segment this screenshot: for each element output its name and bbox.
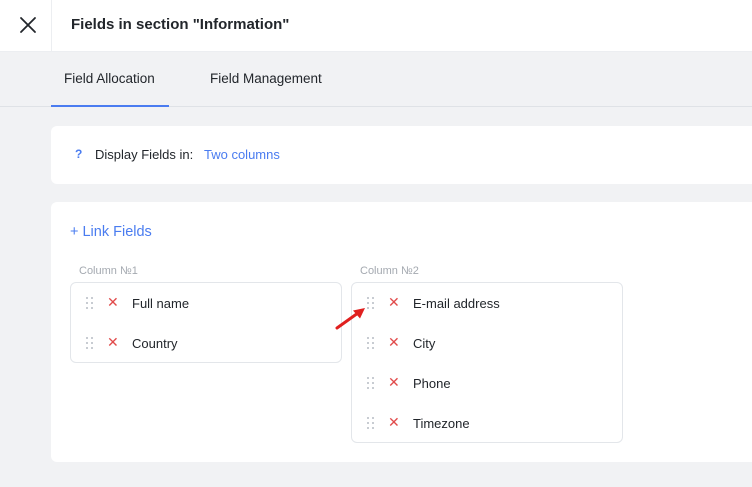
field-name: Full name [132, 296, 190, 311]
remove-field-icon[interactable]: ✕ [388, 295, 400, 309]
field-name: Timezone [413, 416, 470, 431]
field-row[interactable]: ✕ City [352, 323, 622, 363]
display-mode-link[interactable]: Two columns [204, 147, 280, 162]
field-row[interactable]: ✕ E-mail address [352, 283, 622, 323]
tab-label: Field Management [210, 71, 322, 86]
page-title: Fields in section "Information" [71, 16, 290, 33]
field-row[interactable]: ✕ Country [71, 323, 341, 363]
tab-field-allocation[interactable]: Field Allocation [51, 53, 169, 107]
tab-field-management[interactable]: Field Management [196, 53, 336, 107]
drag-handle-icon[interactable] [367, 297, 375, 309]
help-icon[interactable]: ? [75, 147, 82, 161]
link-fields-button[interactable]: + Link Fields [70, 224, 152, 240]
fields-card: + Link Fields Column №1 Column №2 ✕ Full… [51, 202, 752, 462]
drag-handle-icon[interactable] [367, 417, 375, 429]
field-row[interactable]: ✕ Full name [71, 283, 341, 323]
drag-handle-icon[interactable] [86, 337, 94, 349]
remove-field-icon[interactable]: ✕ [107, 335, 119, 349]
header: Fields in section "Information" [0, 0, 752, 52]
field-name: Country [132, 336, 178, 351]
field-row[interactable]: ✕ Phone [352, 363, 622, 403]
close-icon [20, 17, 36, 33]
drag-handle-icon[interactable] [367, 377, 375, 389]
field-name: Phone [413, 376, 451, 391]
tab-bar: Field Allocation Field Management [0, 53, 752, 107]
display-fields-label: Display Fields in: [95, 147, 194, 162]
column-2-label: Column №2 [360, 265, 419, 277]
remove-field-icon[interactable]: ✕ [388, 375, 400, 389]
display-settings-card: ? Display Fields in: Two columns [51, 126, 752, 184]
field-name: City [413, 336, 436, 351]
remove-field-icon[interactable]: ✕ [388, 415, 400, 429]
tab-label: Field Allocation [64, 71, 155, 86]
close-button[interactable] [0, 0, 52, 52]
remove-field-icon[interactable]: ✕ [388, 335, 400, 349]
column-2: ✕ E-mail address ✕ City ✕ Phone ✕ Timezo… [351, 282, 623, 443]
field-name: E-mail address [413, 296, 500, 311]
field-row[interactable]: ✕ Timezone [352, 403, 622, 443]
annotation-arrow-icon [335, 308, 365, 330]
column-1-label: Column №1 [79, 265, 138, 277]
drag-handle-icon[interactable] [367, 337, 375, 349]
drag-handle-icon[interactable] [86, 297, 94, 309]
column-1: ✕ Full name ✕ Country [70, 282, 342, 363]
remove-field-icon[interactable]: ✕ [107, 295, 119, 309]
